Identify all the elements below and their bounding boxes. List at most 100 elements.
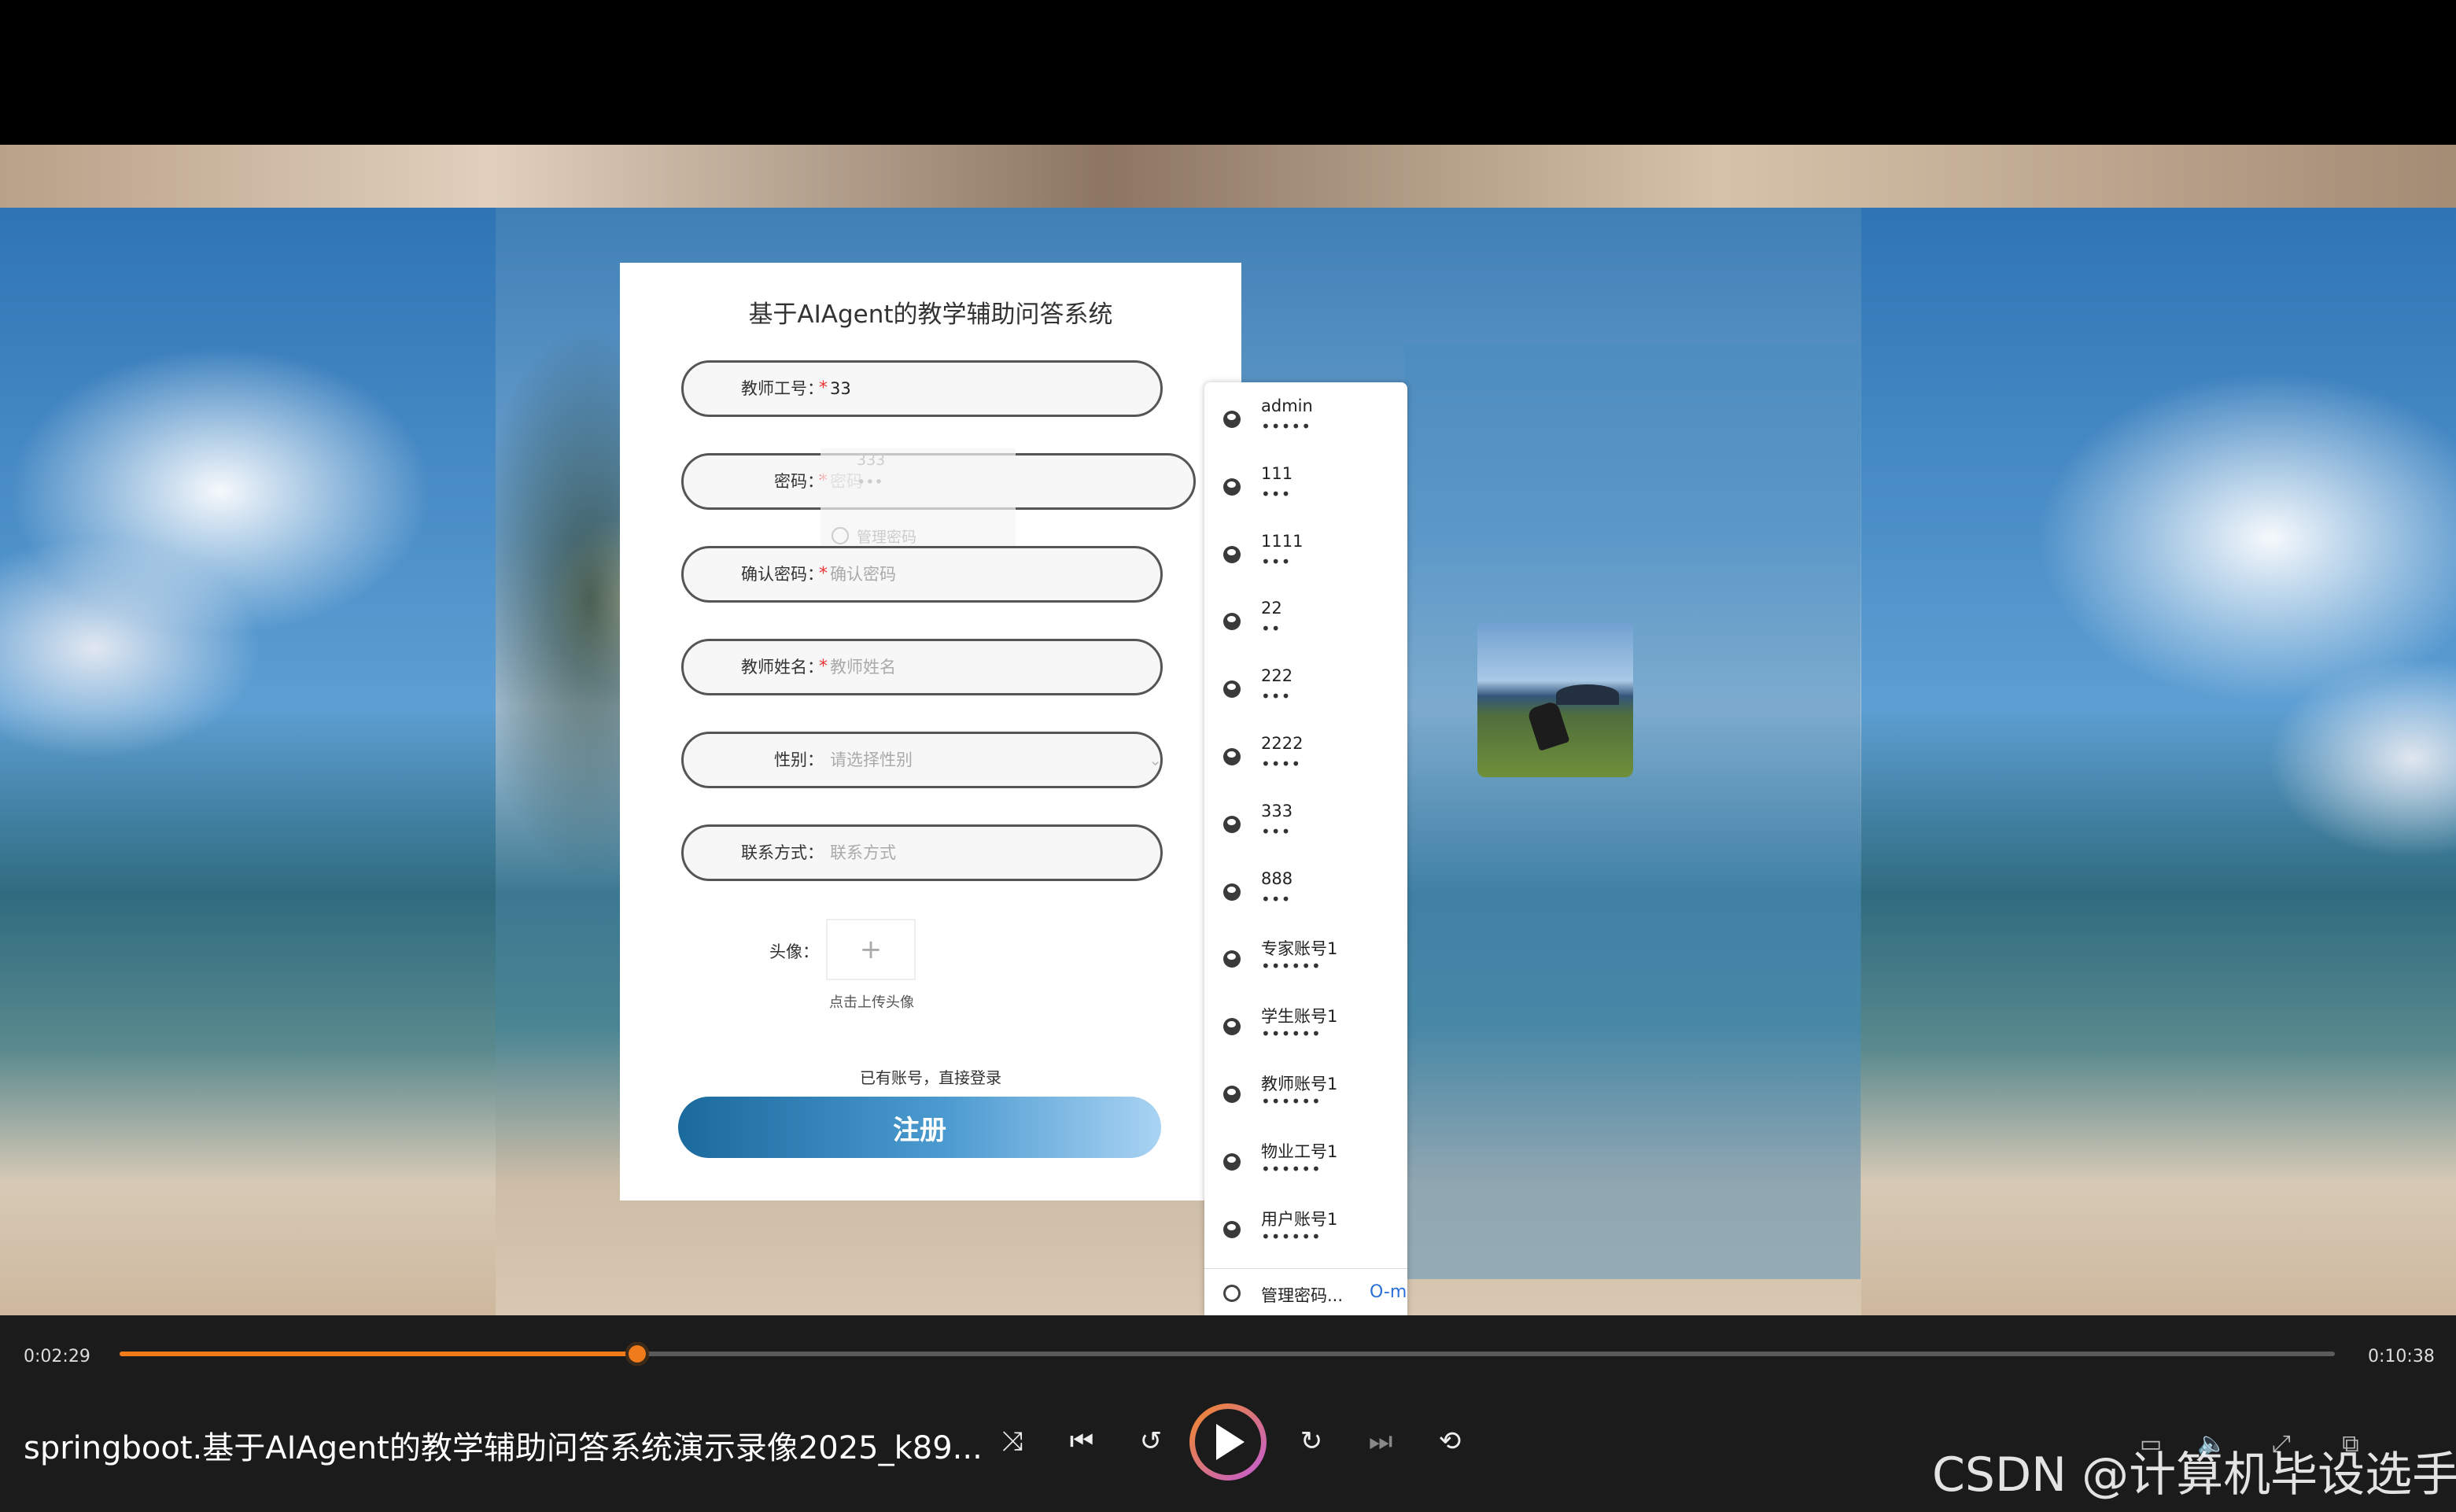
next-icon[interactable]: ⏭ bbox=[1361, 1425, 1400, 1457]
teacher-id-field[interactable]: 教师工号： * 33 bbox=[681, 360, 1163, 417]
saved-password-item[interactable]: 用户账号1 •••••• bbox=[1204, 1194, 1407, 1262]
password-label: 密码： bbox=[774, 472, 824, 491]
saved-password-item[interactable]: 888 ••• bbox=[1204, 857, 1407, 924]
saved-password-mask: •••••• bbox=[1261, 957, 1322, 976]
key-icon: O-m bbox=[1370, 1282, 1407, 1302]
saved-password-item[interactable]: 22 •• bbox=[1204, 586, 1407, 654]
current-time: 0:02:29 bbox=[24, 1347, 90, 1366]
saved-username: 111 bbox=[1261, 463, 1293, 483]
saved-password-mask: ••• bbox=[1261, 687, 1292, 706]
gender-select[interactable]: 性别： 请选择性别 ⌄ bbox=[681, 732, 1163, 788]
manage-passwords-link[interactable]: 管理密码... bbox=[1261, 1283, 1343, 1307]
watermark: CSDN @计算机毕设选手 bbox=[1932, 1447, 2456, 1503]
saved-password-item[interactable]: 2222 •••• bbox=[1204, 721, 1407, 789]
gender-placeholder: 请选择性别 bbox=[830, 750, 913, 769]
confirm-password-label: 确认密码： bbox=[741, 565, 824, 584]
teacher-name-placeholder: 教师姓名 bbox=[830, 658, 896, 677]
saved-password-mask: •••••• bbox=[1261, 1024, 1322, 1044]
globe-icon bbox=[1223, 883, 1241, 901]
saved-username: 1111 bbox=[1261, 531, 1304, 551]
saved-password-mask: •• bbox=[1261, 619, 1281, 639]
upload-hint: 点击上传头像 bbox=[829, 994, 914, 1011]
globe-icon bbox=[1223, 1086, 1241, 1103]
background-beach-top bbox=[0, 145, 2456, 208]
saved-password-mask: •••••• bbox=[1261, 1092, 1322, 1111]
avatar-preview-image bbox=[1477, 621, 1633, 777]
saved-password-item[interactable]: 专家账号1 •••••• bbox=[1204, 924, 1407, 991]
saved-username: 2222 bbox=[1261, 734, 1304, 753]
chrome-icon bbox=[1223, 1285, 1241, 1302]
saved-password-mask: ••• bbox=[1261, 889, 1292, 909]
saved-password-item[interactable]: 教师账号1 •••••• bbox=[1204, 1059, 1407, 1127]
avatar-label: 头像： bbox=[769, 942, 819, 961]
saved-username: 333 bbox=[1261, 801, 1293, 821]
saved-password-mask: ••••• bbox=[1261, 417, 1311, 436]
ghost-manage-icon bbox=[832, 527, 849, 544]
chevron-down-icon: ⌄ bbox=[1149, 750, 1162, 769]
shuffle-icon[interactable]: ⤨ bbox=[993, 1425, 1032, 1457]
saved-password-item[interactable]: 学生账号1 •••••• bbox=[1204, 991, 1407, 1059]
teacher-name-label: 教师姓名： bbox=[741, 658, 824, 677]
background-right-panel bbox=[1861, 208, 2456, 1315]
login-link[interactable]: 已有账号，直接登录 bbox=[620, 1065, 1241, 1088]
saved-password-mask: •••••• bbox=[1261, 1159, 1322, 1178]
globe-icon bbox=[1223, 1220, 1241, 1238]
globe-icon bbox=[1223, 545, 1241, 563]
globe-icon bbox=[1223, 748, 1241, 765]
rewind-icon[interactable]: ↺ bbox=[1131, 1425, 1171, 1457]
repeat-icon[interactable]: ⟲ bbox=[1430, 1425, 1470, 1457]
saved-password-item[interactable]: 333 ••• bbox=[1204, 789, 1407, 857]
globe-icon bbox=[1223, 950, 1241, 968]
globe-icon bbox=[1223, 1018, 1241, 1036]
saved-password-item[interactable]: 1111 ••• bbox=[1204, 519, 1407, 587]
play-button[interactable] bbox=[1189, 1403, 1267, 1481]
video-title: springboot.基于AIAgent的教学辅助问答系统演示录像2025_k8… bbox=[24, 1430, 983, 1466]
seek-handle[interactable] bbox=[625, 1342, 649, 1366]
fast-forward-icon[interactable]: ↻ bbox=[1292, 1425, 1331, 1457]
background-left-panel bbox=[0, 208, 496, 1315]
saved-password-item[interactable]: admin ••••• bbox=[1204, 384, 1407, 452]
saved-password-dropdown[interactable]: admin ••••• 111 ••• 1111 ••• 22 •• 222 ••• 2222 •••… bbox=[1204, 382, 1407, 1315]
saved-password-mask: ••• bbox=[1261, 551, 1292, 571]
globe-icon bbox=[1223, 613, 1241, 631]
teacher-name-field[interactable]: 教师姓名： * 教师姓名 bbox=[681, 639, 1163, 695]
ghost-user: 333 bbox=[857, 452, 886, 469]
contact-placeholder: 联系方式 bbox=[830, 843, 896, 862]
avatar-upload-button[interactable]: + bbox=[826, 919, 916, 980]
previous-icon[interactable]: ⏮ bbox=[1062, 1425, 1101, 1457]
teacher-id-value: 33 bbox=[830, 379, 851, 398]
page-title: 基于AIAgent的教学辅助问答系统 bbox=[748, 301, 1113, 329]
globe-icon bbox=[1223, 680, 1241, 699]
saved-password-item[interactable]: 222 ••• bbox=[1204, 654, 1407, 721]
thumb-person bbox=[1526, 700, 1570, 751]
confirm-password-placeholder: 确认密码 bbox=[830, 565, 896, 584]
globe-icon bbox=[1223, 815, 1241, 833]
play-icon bbox=[1216, 1424, 1245, 1460]
saved-password-mask: •••• bbox=[1261, 754, 1302, 773]
total-time: 0:10:38 bbox=[2368, 1347, 2435, 1366]
seek-bar[interactable] bbox=[120, 1342, 2335, 1366]
background-tint-overlay bbox=[1404, 343, 1860, 1279]
teacher-id-label: 教师工号： bbox=[741, 379, 824, 398]
saved-password-item[interactable]: 111 ••• bbox=[1204, 452, 1407, 519]
saved-password-mask: •••••• bbox=[1261, 1226, 1322, 1246]
globe-icon bbox=[1223, 411, 1241, 428]
register-card: 基于AIAgent的教学辅助问答系统 教师工号： * 33 密码： * 密码 3… bbox=[620, 263, 1241, 1200]
required-mark: * bbox=[819, 564, 828, 584]
saved-username: admin bbox=[1261, 396, 1313, 415]
confirm-password-field[interactable]: 确认密码： * 确认密码 bbox=[681, 546, 1163, 603]
dropdown-divider bbox=[1204, 1268, 1407, 1269]
plus-icon: + bbox=[859, 934, 883, 965]
saved-password-mask: ••• bbox=[1261, 484, 1292, 503]
register-button[interactable]: 注册 bbox=[678, 1097, 1161, 1158]
saved-password-item[interactable]: 物业工号1 •••••• bbox=[1204, 1127, 1407, 1194]
globe-icon bbox=[1223, 1152, 1241, 1171]
thumb-hill bbox=[1556, 684, 1619, 705]
saved-username: 888 bbox=[1261, 868, 1293, 888]
ghost-pass: ••• bbox=[857, 474, 883, 491]
saved-username: 222 bbox=[1261, 666, 1293, 686]
saved-username: 22 bbox=[1261, 599, 1282, 618]
contact-label: 联系方式： bbox=[741, 843, 824, 862]
contact-field[interactable]: 联系方式： 联系方式 bbox=[681, 824, 1163, 881]
globe-icon bbox=[1223, 478, 1241, 496]
